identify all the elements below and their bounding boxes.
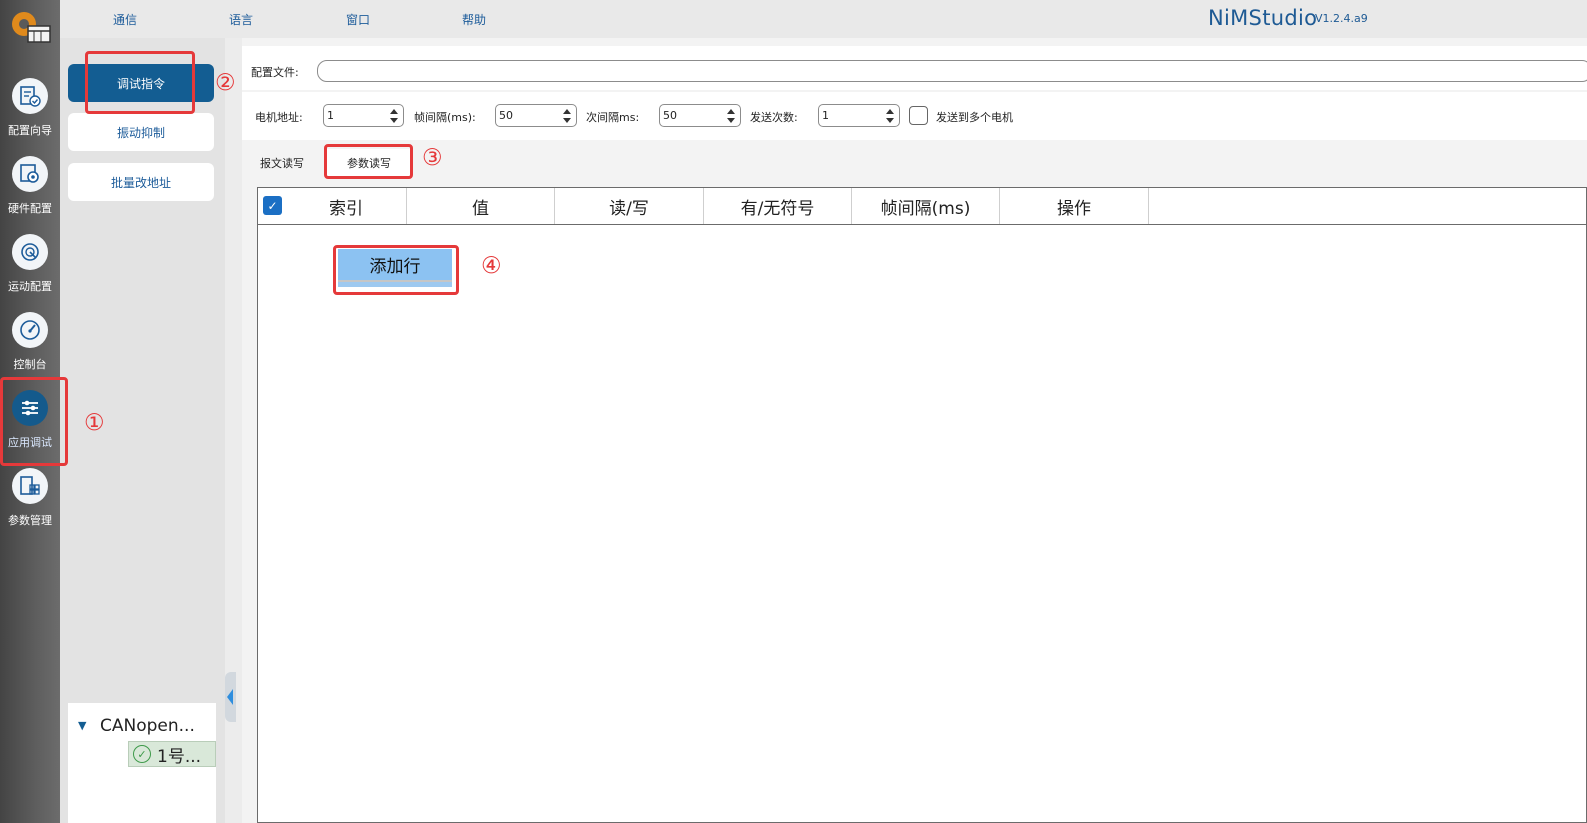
rail-label: 控制台 [13, 358, 47, 371]
rail-item-config-wizard[interactable]: 配置向导 [0, 74, 60, 146]
send-count-label: 发送次数: [750, 111, 798, 124]
rail-item-console[interactable]: 控制台 [0, 308, 60, 380]
multi-motor-checkbox[interactable] [909, 106, 928, 125]
column-header-signed[interactable]: 有/无符号 [704, 188, 852, 224]
sub-interval-value: 50 [663, 109, 677, 122]
column-header-value[interactable]: 值 [407, 188, 555, 224]
menu-window[interactable]: 窗口 [346, 11, 370, 28]
annotation-number-2: ② [215, 70, 236, 96]
motor-address-value: 1 [327, 109, 334, 122]
rail-label: 硬件配置 [8, 202, 52, 215]
hardware-config-icon [12, 156, 48, 192]
rail-item-param-manage[interactable]: 参数管理 [0, 464, 60, 536]
frame-interval-label: 帧间隔(ms): [414, 111, 476, 124]
connected-check-icon: ✓ [133, 745, 151, 763]
rail-label: 配置向导 [8, 124, 52, 137]
device-tree: ▼ CANopen... ✓ 1号... [68, 703, 216, 823]
menu-communication[interactable]: 通信 [113, 11, 137, 28]
annotation-box-2 [85, 51, 195, 114]
send-params-row: 电机地址: 1 帧间隔(ms): 50 次间隔ms: 50 发送次数: 1 发送… [242, 92, 1587, 140]
nav-vibration-suppression[interactable]: 振动抑制 [68, 113, 214, 151]
motion-config-icon [12, 234, 48, 270]
send-count-spinbox[interactable]: 1 [818, 104, 900, 127]
frame-interval-value: 50 [499, 109, 513, 122]
sub-interval-label: 次间隔ms: [586, 111, 640, 124]
console-gauge-icon [12, 312, 48, 348]
menu-bar: 通信 语言 窗口 帮助 NiMStudio V1.2.4.a9 [60, 0, 1587, 38]
annotation-number-4: ④ [481, 253, 502, 279]
column-header-action[interactable]: 操作 [1000, 188, 1149, 224]
spin-arrows-icon[interactable] [388, 106, 400, 125]
config-file-label: 配置文件: [251, 66, 299, 79]
rail-item-motion-config[interactable]: 运动配置 [0, 230, 60, 302]
tree-node-device-1[interactable]: ✓ 1号... [128, 741, 216, 767]
rail-label: 运动配置 [8, 280, 52, 293]
spin-arrows-icon[interactable] [884, 106, 896, 125]
collapse-panel-handle[interactable] [225, 672, 236, 722]
select-all-checkbox[interactable]: ✓ [263, 196, 282, 215]
send-count-value: 1 [822, 109, 829, 122]
motor-address-spinbox[interactable]: 1 [323, 104, 404, 127]
column-header-read-write[interactable]: 读/写 [555, 188, 704, 224]
frame-interval-spinbox[interactable]: 50 [495, 104, 577, 127]
param-manage-icon [12, 468, 48, 504]
multi-motor-label: 发送到多个电机 [936, 111, 1013, 124]
app-version: V1.2.4.a9 [1315, 12, 1368, 25]
config-file-row: 配置文件: [242, 46, 1587, 90]
annotation-box-1 [0, 377, 68, 466]
annotation-number-1: ① [84, 410, 105, 436]
app-title: NiMStudio [1208, 6, 1318, 30]
nav-batch-change-address[interactable]: 批量改地址 [68, 163, 214, 201]
tree-node-label: 1号... [157, 746, 202, 767]
menu-language[interactable]: 语言 [229, 11, 253, 28]
expand-arrow-icon[interactable]: ▼ [78, 719, 86, 732]
spin-arrows-icon[interactable] [561, 106, 573, 125]
table-header: ✓ 索引 值 读/写 有/无符号 帧间隔(ms) 操作 [258, 188, 1587, 225]
annotation-box-4 [333, 245, 459, 295]
config-wizard-icon [12, 78, 48, 114]
annotation-number-3: ③ [422, 145, 443, 171]
main-panel: 配置文件: 电机地址: 1 帧间隔(ms): 50 次间隔ms: 50 发送次数… [242, 38, 1587, 823]
motor-address-label: 电机地址: [255, 111, 303, 124]
config-file-input[interactable] [317, 60, 1587, 82]
rail-label: 参数管理 [8, 514, 52, 527]
tab-message-rw[interactable]: 报文读写 [250, 149, 320, 177]
rail-item-hardware-config[interactable]: 硬件配置 [0, 152, 60, 224]
menu-help[interactable]: 帮助 [462, 11, 486, 28]
column-header-index[interactable]: 索引 [286, 188, 407, 224]
sub-interval-spinbox[interactable]: 50 [659, 104, 741, 127]
annotation-box-3 [324, 144, 413, 179]
spin-arrows-icon[interactable] [725, 106, 737, 125]
app-logo-icon [12, 12, 51, 43]
tree-root-canopen[interactable]: CANopen... [100, 716, 195, 736]
column-header-frame-interval[interactable]: 帧间隔(ms) [852, 188, 1000, 224]
